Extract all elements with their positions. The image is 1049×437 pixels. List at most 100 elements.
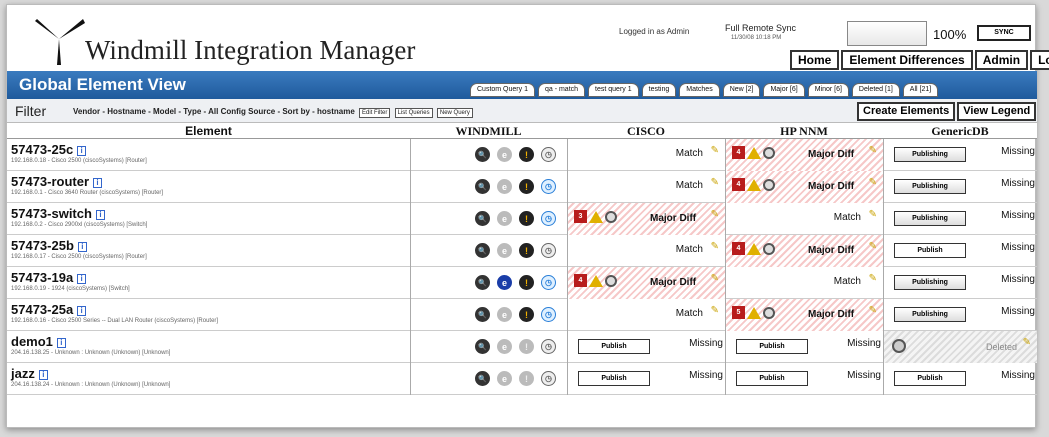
edit-pencil-icon[interactable]: ✎ — [869, 209, 877, 220]
edit-e-icon[interactable]: e — [497, 371, 512, 386]
magnify-icon[interactable]: 🔍 — [475, 339, 490, 354]
genericdb-publishing-button[interactable]: Publishing — [894, 275, 966, 290]
tab-minor[interactable]: Minor [6] — [807, 83, 849, 97]
clock-icon[interactable]: ◷ — [541, 339, 556, 354]
element-name-text[interactable]: jazz — [11, 366, 35, 381]
hp-nnm-publish-button[interactable]: Publish — [736, 371, 808, 386]
tab-custom-query-1[interactable]: Custom Query 1 — [470, 83, 535, 97]
alert-icon[interactable]: ! — [519, 371, 534, 386]
element-name-text[interactable]: 57473-25a — [11, 302, 73, 317]
magnify-icon[interactable]: 🔍 — [475, 243, 490, 258]
magnify-icon[interactable]: 🔍 — [475, 179, 490, 194]
cisco-publish-button[interactable]: Publish — [578, 339, 650, 354]
edit-pencil-icon[interactable]: ✎ — [869, 273, 877, 284]
element-name-text[interactable]: 57473-router — [11, 174, 89, 189]
info-icon[interactable]: i — [77, 241, 87, 252]
info-icon[interactable]: i — [93, 177, 103, 188]
genericdb-publish-button[interactable]: Publish — [894, 243, 966, 258]
edit-e-icon[interactable]: e — [497, 243, 512, 258]
edit-e-icon[interactable]: e — [497, 339, 512, 354]
edit-pencil-icon[interactable]: ✎ — [711, 241, 719, 252]
nav-admin-button[interactable]: Admin — [974, 50, 1029, 70]
element-name[interactable]: 57473-25b i — [11, 238, 87, 253]
element-name-text[interactable]: 57473-switch — [11, 206, 92, 221]
edit-e-icon[interactable]: e — [497, 275, 512, 290]
magnify-icon[interactable]: 🔍 — [475, 275, 490, 290]
element-name[interactable]: jazz i — [11, 366, 48, 381]
edit-pencil-icon[interactable]: ✎ — [1023, 337, 1031, 348]
nav-home-button[interactable]: Home — [790, 50, 840, 70]
info-icon[interactable]: i — [95, 209, 105, 220]
tab-new[interactable]: New [2] — [722, 83, 761, 97]
magnify-icon[interactable]: 🔍 — [475, 211, 490, 226]
info-icon[interactable]: i — [77, 145, 87, 156]
magnify-icon[interactable]: 🔍 — [475, 147, 490, 162]
edit-pencil-icon[interactable]: ✎ — [711, 209, 719, 220]
alert-icon[interactable]: ! — [519, 211, 534, 226]
element-name-text[interactable]: demo1 — [11, 334, 53, 349]
edit-pencil-icon[interactable]: ✎ — [869, 305, 877, 316]
clock-icon[interactable]: ◷ — [541, 307, 556, 322]
edit-pencil-icon[interactable]: ✎ — [869, 145, 877, 156]
nav-element-differences-button[interactable]: Element Differences — [841, 50, 973, 70]
list-queries-button[interactable]: List Queries — [394, 108, 433, 118]
element-name[interactable]: 57473-switch i — [11, 206, 105, 221]
element-name[interactable]: demo1 i — [11, 334, 66, 349]
genericdb-publishing-button[interactable]: Publishing — [894, 179, 966, 194]
sync-button[interactable]: SYNC — [977, 25, 1031, 41]
edit-pencil-icon[interactable]: ✎ — [711, 273, 719, 284]
info-icon[interactable]: i — [56, 337, 66, 348]
genericdb-publish-button[interactable]: Publish — [894, 371, 966, 386]
tab-all[interactable]: All [21] — [902, 83, 939, 97]
info-icon[interactable]: i — [77, 305, 87, 316]
tab-test-query-1[interactable]: test query 1 — [588, 83, 639, 97]
alert-icon[interactable]: ! — [519, 243, 534, 258]
edit-e-icon[interactable]: e — [497, 147, 512, 162]
magnify-icon[interactable]: 🔍 — [475, 307, 490, 322]
clock-icon[interactable]: ◷ — [541, 275, 556, 290]
nav-logout-button[interactable]: Logout — [1030, 50, 1049, 70]
clock-icon[interactable]: ◷ — [541, 147, 556, 162]
new-query-button[interactable]: New Query — [436, 108, 473, 118]
tab-major[interactable]: Major [6] — [763, 83, 805, 97]
edit-pencil-icon[interactable]: ✎ — [711, 145, 719, 156]
genericdb-publishing-button[interactable]: Publishing — [894, 307, 966, 322]
element-name-text[interactable]: 57473-25c — [11, 142, 73, 157]
element-name-text[interactable]: 57473-25b — [11, 238, 74, 253]
edit-e-icon[interactable]: e — [497, 211, 512, 226]
clock-icon[interactable]: ◷ — [541, 211, 556, 226]
edit-e-icon[interactable]: e — [497, 307, 512, 322]
create-elements-button[interactable]: Create Elements — [857, 102, 956, 121]
genericdb-publishing-button[interactable]: Publishing — [894, 147, 966, 162]
alert-icon[interactable]: ! — [519, 339, 534, 354]
edit-pencil-icon[interactable]: ✎ — [869, 241, 877, 252]
edit-filter-button[interactable]: Edit Filter — [359, 108, 391, 118]
element-name[interactable]: 57473-25c i — [11, 142, 87, 157]
hp-nnm-publish-button[interactable]: Publish — [736, 339, 808, 354]
edit-pencil-icon[interactable]: ✎ — [711, 305, 719, 316]
magnify-icon[interactable]: 🔍 — [475, 371, 490, 386]
tab-deleted[interactable]: Deleted [1] — [851, 83, 900, 97]
info-icon[interactable]: i — [38, 369, 48, 380]
view-legend-button[interactable]: View Legend — [957, 102, 1037, 121]
clock-icon[interactable]: ◷ — [541, 179, 556, 194]
edit-e-icon[interactable]: e — [497, 179, 512, 194]
genericdb-publishing-button[interactable]: Publishing — [894, 211, 966, 226]
tab-matches[interactable]: Matches — [679, 83, 720, 97]
info-icon[interactable]: i — [77, 273, 87, 284]
tab-testing[interactable]: testing — [641, 83, 677, 97]
edit-pencil-icon[interactable]: ✎ — [711, 177, 719, 188]
element-name-text[interactable]: 57473-19a — [11, 270, 73, 285]
alert-icon[interactable]: ! — [519, 179, 534, 194]
clock-icon[interactable]: ◷ — [541, 243, 556, 258]
alert-icon[interactable]: ! — [519, 275, 534, 290]
element-name[interactable]: 57473-19a i — [11, 270, 87, 285]
edit-pencil-icon[interactable]: ✎ — [869, 177, 877, 188]
alert-icon[interactable]: ! — [519, 307, 534, 322]
cisco-publish-button[interactable]: Publish — [578, 371, 650, 386]
alert-icon[interactable]: ! — [519, 147, 534, 162]
element-name[interactable]: 57473-25a i — [11, 302, 87, 317]
tab-qa-match[interactable]: qa - match — [537, 83, 586, 97]
element-name[interactable]: 57473-router i — [11, 174, 103, 189]
clock-icon[interactable]: ◷ — [541, 371, 556, 386]
